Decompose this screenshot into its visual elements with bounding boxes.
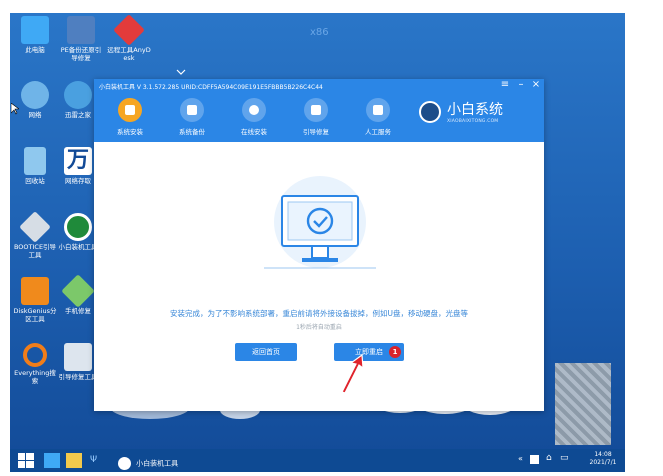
restart-countdown: 1秒后将自动重启 [296, 324, 342, 331]
anydesk-icon [113, 14, 145, 46]
taskbar: Ψ 小白装机工具 « ⌂ ▭ 14:08 2021/7/1 [10, 449, 625, 472]
desktop-icon-this-pc[interactable]: 此电脑 [12, 16, 58, 54]
xiaobai-logo-icon [419, 101, 441, 123]
back-home-button[interactable]: 返回首页 [235, 343, 297, 361]
minimize-button[interactable]: – [515, 79, 527, 90]
chevron-down-icon [176, 69, 186, 75]
window-header: 小白装机工具 V 3.1.572.285 URID:CDFF5A594C09E1… [94, 79, 544, 142]
mouse-cursor-icon [11, 103, 19, 115]
close-button[interactable]: × [530, 79, 542, 90]
tab-online-install[interactable]: 在线安装 [223, 96, 285, 140]
tray-network-icon[interactable]: ▭ [560, 454, 569, 463]
tab-system-install[interactable]: 系统安装 [99, 96, 161, 140]
tab-manual-service[interactable]: 人工服务 [347, 96, 409, 140]
computer-icon [21, 16, 49, 44]
diskgenius-icon [21, 277, 49, 305]
tab-system-backup[interactable]: 系统备份 [161, 96, 223, 140]
windows-start-icon[interactable] [18, 453, 34, 468]
taskbar-desktop-icon[interactable] [44, 453, 60, 468]
recycle-bin-icon [24, 147, 46, 175]
xiaobai-window: 小白装机工具 V 3.1.572.285 URID:CDFF5A594C09E1… [94, 79, 544, 411]
chat-icon [366, 98, 390, 122]
tray-chevron-icon[interactable]: « [518, 455, 523, 463]
wan-icon: 万 [64, 147, 92, 175]
desktop-icon-bootice[interactable]: BOOTICE引导工具 [12, 211, 58, 259]
clock[interactable]: 14:08 2021/7/1 [584, 451, 622, 467]
step-badge: 1 [389, 346, 401, 358]
network-grid-icon [67, 16, 95, 44]
folder-icon[interactable] [66, 453, 82, 468]
xiaobai-app-icon [118, 457, 131, 470]
globe-icon [21, 81, 49, 109]
desktop-icon-anydesk[interactable]: 远程工具AnyDesk [106, 14, 152, 62]
desktop-icon-pe-backup[interactable]: PE备份还原引导修复 [58, 16, 104, 62]
bootice-icon [19, 211, 51, 243]
system-install-icon [118, 98, 142, 122]
desktop-icon-diskgenius[interactable]: DiskGenius分区工具 [12, 277, 58, 323]
pinwheel-icon [61, 274, 95, 308]
brand-logo: 小白系统 XIAOBAIXITONG.COM [419, 99, 529, 127]
desktop-icon-everything[interactable]: Everything搜索 [12, 343, 58, 385]
watermark-text: x86 [310, 27, 329, 38]
clock-date: 2021/7/1 [589, 459, 617, 466]
window-title: 小白装机工具 V 3.1.572.285 URID:CDFF5A594C09E1… [99, 84, 323, 91]
network-icon[interactable]: Ψ [90, 453, 102, 468]
annotation-arrow-icon [341, 354, 364, 394]
taskbar-xiaobai-app[interactable]: 小白装机工具 [118, 453, 198, 470]
tray-volume-icon[interactable]: ⌂ [546, 454, 552, 463]
xiaobai-icon [64, 213, 92, 241]
install-complete-illustration [264, 176, 376, 269]
xunlei-icon [64, 81, 92, 109]
disk-tool-icon [64, 343, 92, 371]
install-complete-message: 安装完成，为了不影响系统部署，重启前请将外接设备拔掉，例如U盘，移动硬盘，光盘等 [170, 309, 468, 318]
download-icon [242, 98, 266, 122]
tab-boot-repair[interactable]: 引导修复 [285, 96, 347, 140]
clock-time: 14:08 [594, 451, 612, 458]
toolbox-icon [304, 98, 328, 122]
tray-app-icon[interactable] [530, 455, 539, 464]
menu-button[interactable]: ≡ [499, 79, 511, 90]
search-icon [23, 343, 47, 367]
qr-code-image [555, 363, 611, 445]
desktop-icon-recycle-bin[interactable]: 回收站 [12, 147, 58, 185]
backup-icon [180, 98, 204, 122]
